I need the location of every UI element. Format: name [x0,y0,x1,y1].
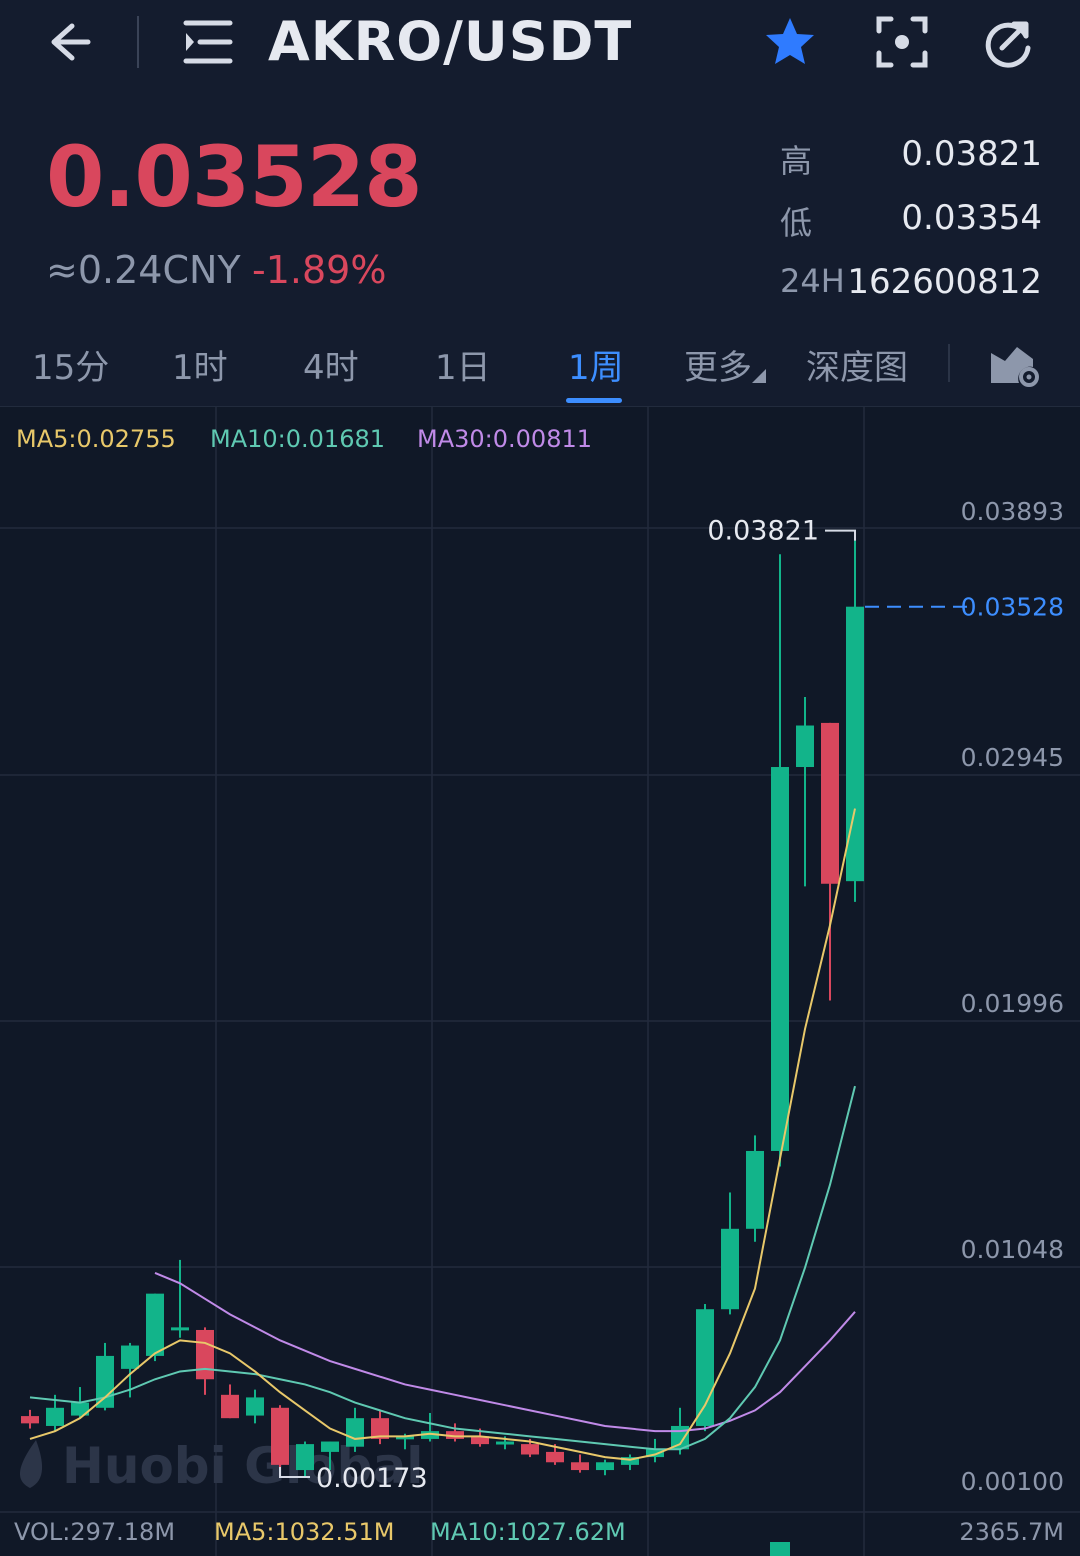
cny-price: ≈0.24CNY [46,248,241,292]
volume-24h-value: 162600812 [847,262,1042,302]
candle-body [721,1228,739,1310]
volume-ma10-indicator: MA10:1027.62M [430,1518,626,1546]
tab-depth-chart[interactable]: 深度图 [806,340,908,389]
candle-body [96,1355,114,1408]
candle-body [171,1327,189,1331]
candle-body [521,1444,539,1455]
interval-tabs: 15分 1时 4时 1日 1周 更多 深度图 [0,330,1080,407]
high-value: 0.03821 [901,134,1042,174]
tab-more-label: 更多 [684,348,752,388]
change-percent: -1.89% [252,248,387,292]
active-tab-indicator [566,398,622,403]
y-axis-label: 0.01996 [961,989,1064,1018]
y-axis-label: 0.01048 [961,1235,1064,1264]
volume-indicator: VOL:297.18M [14,1518,176,1546]
ma30-indicator: MA30:0.00811 [417,425,592,453]
pair-title: AKRO/USDT [268,10,633,73]
low-label: 低 [780,204,813,242]
header-divider [137,16,139,68]
fullscreen-icon[interactable] [872,12,932,72]
candle-body [21,1416,39,1424]
candle-body [196,1329,214,1380]
dropdown-triangle-icon [752,369,766,383]
candle-body [596,1462,614,1471]
candle-body [796,725,814,768]
ma5-indicator: MA5:0.02755 [16,425,176,453]
max-price-marker [825,529,856,541]
y-axis-label: 0.03893 [961,497,1064,526]
tabs-divider [948,344,950,382]
candle-body [146,1293,164,1356]
candle-body [296,1444,314,1471]
high-label: 高 [780,142,813,180]
candle-body [121,1345,139,1369]
menu-list-icon[interactable] [178,12,238,72]
chart-settings-icon[interactable] [984,334,1044,394]
candle-body [696,1309,714,1426]
huobi-logo-icon [19,1440,43,1488]
price-chart-svg: Huobi Global 0.038930.029450.019960.0104… [0,407,1080,1556]
tab-1w[interactable]: 1周 [568,340,624,389]
tab-4h[interactable]: 4时 [303,340,359,389]
tab-15m[interactable]: 15分 [32,340,109,389]
tab-1h[interactable]: 1时 [172,340,228,389]
current-price-label: 0.03528 [961,593,1064,622]
candle-body [346,1418,364,1447]
candle-body [771,767,789,1151]
ma5-line [29,808,856,1461]
max-price-label: 0.03821 [707,516,819,547]
candle-body [821,722,839,884]
candle-body [321,1441,339,1452]
candle-body [246,1397,264,1416]
y-axis-label: 0.02945 [961,743,1064,772]
volume-bar [770,1542,790,1556]
candle-body [221,1394,239,1419]
min-price-label: 0.00173 [316,1463,428,1494]
ma10-indicator: MA10:0.01681 [210,425,385,453]
back-arrow-icon[interactable] [38,12,98,72]
candle-body [746,1150,764,1229]
volume-max-label: 2365.7M [959,1518,1064,1546]
candle-body [546,1451,564,1463]
tab-more[interactable]: 更多 [684,340,766,389]
favorite-star-icon[interactable] [760,12,820,72]
volume-ma5-indicator: MA5:1032.51M [214,1518,395,1546]
candle-body [46,1407,64,1426]
low-value: 0.03354 [901,198,1042,238]
last-price: 0.03528 [46,128,423,226]
tab-1d[interactable]: 1日 [435,340,491,389]
refresh-icon[interactable] [978,12,1038,72]
candle-body [496,1441,514,1445]
candle-body [571,1462,589,1471]
top-bar: AKRO/USDT [0,0,1080,90]
candle-body [271,1407,289,1465]
volume-24h-label: 24H [780,262,845,300]
y-axis-label: 0.00100 [961,1467,1064,1496]
